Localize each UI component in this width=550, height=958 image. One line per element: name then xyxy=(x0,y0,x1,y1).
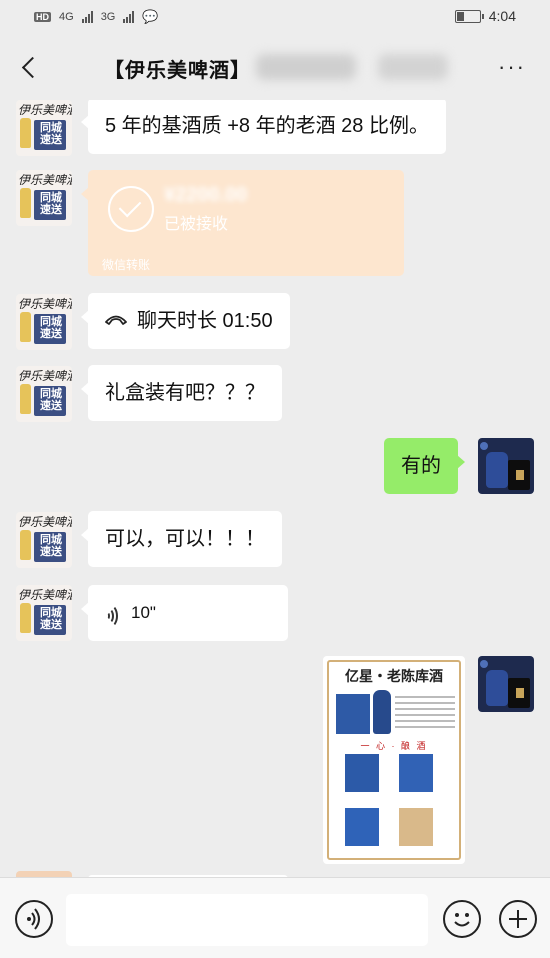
signal-icon xyxy=(81,11,93,23)
more-actions-button[interactable] xyxy=(499,900,537,938)
message-bubble-self[interactable]: 有的 xyxy=(384,438,465,494)
avatar-box-text: 同城速送 xyxy=(40,607,62,631)
transfer-card[interactable]: ¥2200.00 已被接收 微信转账 xyxy=(81,170,404,276)
more-options-button[interactable]: ··· xyxy=(498,56,526,78)
product-bottle xyxy=(373,690,391,734)
product-photo xyxy=(399,754,433,792)
back-button[interactable] xyxy=(14,50,44,84)
voice-message-bubble[interactable]: 10" xyxy=(81,585,288,641)
beer-bottle-icon xyxy=(20,118,31,148)
hd-badge: HD xyxy=(34,12,51,22)
image-slogan: 一 心 · 酿 酒 xyxy=(360,741,428,751)
product-photo xyxy=(345,754,379,792)
avatar-box-text: 同城速送 xyxy=(40,122,62,146)
avatar-brand-text: 伊乐美啤酒 xyxy=(18,515,72,529)
status-right: 4:04 xyxy=(454,8,516,24)
avatar-box-text: 同城速送 xyxy=(40,316,62,340)
input-bar xyxy=(0,877,550,958)
avatar-box-text: 同城速送 xyxy=(40,534,62,558)
voice-icon xyxy=(27,908,40,930)
box-label xyxy=(516,470,524,480)
chat-header: 【伊乐美啤酒】 ··· xyxy=(0,34,550,100)
product-spec-lines xyxy=(395,696,455,732)
contact-avatar[interactable]: 伊乐美啤酒 同城速送 xyxy=(16,366,72,422)
phone-hangup-icon xyxy=(105,315,127,325)
message-text: 礼盒装有吧？？？ xyxy=(105,382,265,404)
plus-icon xyxy=(509,910,527,928)
message-text: 有的 xyxy=(401,455,441,477)
contact-avatar[interactable]: 伊乐美啤酒 同城速送 xyxy=(16,100,72,156)
product-gift-box xyxy=(336,694,370,734)
voice-input-button[interactable] xyxy=(15,900,53,938)
product-photo xyxy=(345,808,379,846)
avatar-brand-text: 伊乐美啤酒 xyxy=(18,369,72,383)
self-avatar[interactable] xyxy=(478,438,534,494)
voice-wave-icon xyxy=(105,603,123,628)
contact-avatar[interactable]: 伊乐美啤酒 同城速送 xyxy=(16,170,72,226)
image-caption-title: 亿星・老陈库酒 xyxy=(345,668,443,684)
avatar-brand-text: 伊乐美啤酒 xyxy=(18,297,72,311)
status-bar: HD 4G 3G 💬 4:04 xyxy=(0,0,550,34)
avatar-brand-text: 伊乐美啤酒 xyxy=(18,588,72,602)
message-bubble[interactable]: 5 年的基酒质 +8 年的老酒 28 比例。 xyxy=(81,100,446,154)
transfer-status: 已被接收 xyxy=(164,216,229,233)
message-input[interactable] xyxy=(66,894,428,946)
transfer-amount-redacted: ¥2200.00 xyxy=(164,184,248,206)
chat-title: 【伊乐美啤酒】 xyxy=(104,60,251,82)
beer-bottle-icon xyxy=(20,188,31,218)
status-left: HD 4G 3G 💬 xyxy=(34,9,159,25)
product-photo xyxy=(399,808,433,846)
self-avatar[interactable] xyxy=(478,656,534,712)
box-label xyxy=(516,688,524,698)
beer-bottle-icon xyxy=(20,312,31,342)
call-duration-text: 聊天时长 01:50 xyxy=(137,310,273,332)
beer-bottle-icon xyxy=(20,530,31,560)
avatar-box-text: 同城速送 xyxy=(40,192,62,216)
check-circle-icon xyxy=(108,186,154,232)
image-message[interactable]: 亿星・老陈库酒 一 心 · 酿 酒 xyxy=(323,656,465,864)
contact-avatar[interactable]: 伊乐美啤酒 同城速送 xyxy=(16,512,72,568)
message-text: 可以，可以！！！ xyxy=(105,528,265,550)
battery-icon xyxy=(454,9,484,23)
avatar-sparkle xyxy=(480,442,488,450)
liquor-bottle-icon xyxy=(486,452,508,488)
signal-icon-2 xyxy=(123,11,135,23)
redacted-name-block-2 xyxy=(378,54,448,80)
avatar-box-text: 同城速送 xyxy=(40,388,62,412)
transfer-label: 微信转账 xyxy=(102,258,151,272)
voice-duration-text: 10" xyxy=(131,603,156,622)
contact-avatar[interactable]: 伊乐美啤酒 同城速送 xyxy=(16,585,72,641)
emoji-button[interactable] xyxy=(443,900,481,938)
liquor-bottle-icon xyxy=(486,670,508,706)
beer-bottle-icon xyxy=(20,384,31,414)
network-3g-label: 3G xyxy=(100,11,116,23)
smiley-icon xyxy=(454,913,470,927)
chevron-left-icon xyxy=(21,56,43,78)
contact-avatar[interactable]: 伊乐美啤酒 同城速送 xyxy=(16,294,72,350)
message-bubble[interactable]: 礼盒装有吧？？？ xyxy=(81,365,282,421)
beer-bottle-icon xyxy=(20,603,31,633)
redacted-name-block xyxy=(256,54,356,80)
avatar-brand-text: 伊乐美啤酒 xyxy=(18,103,72,117)
clock: 4:04 xyxy=(488,8,516,24)
message-bubble[interactable]: 可以，可以！！！ xyxy=(81,511,282,567)
message-list[interactable]: 伊乐美啤酒 同城速送 5 年的基酒质 +8 年的老酒 28 比例。 伊乐美啤酒 … xyxy=(0,100,550,877)
wechat-icon: 💬 xyxy=(142,9,159,24)
avatar-brand-text: 伊乐美啤酒 xyxy=(18,173,72,187)
message-text: 5 年的基酒质 +8 年的老酒 28 比例。 xyxy=(105,115,429,137)
avatar-sparkle xyxy=(480,660,488,668)
network-4g-label: 4G xyxy=(59,11,74,23)
call-record-bubble[interactable]: 聊天时长 01:50 xyxy=(81,293,290,349)
